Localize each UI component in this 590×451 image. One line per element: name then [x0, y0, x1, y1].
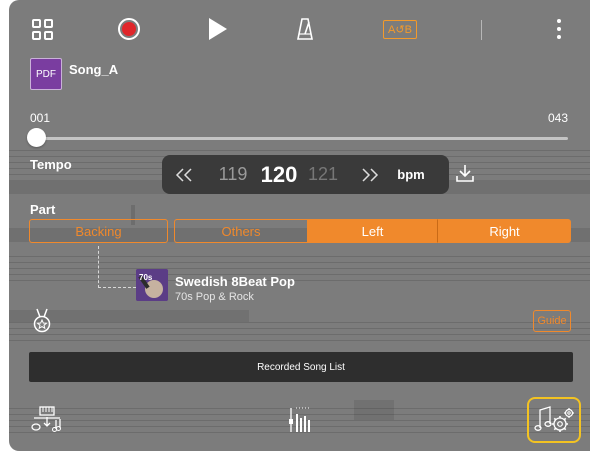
part-tab-others[interactable]: Others — [174, 219, 307, 243]
song-title: Song_A — [69, 62, 119, 77]
style-name[interactable]: Swedish 8Beat Pop — [175, 274, 295, 289]
position-end: 043 — [547, 111, 568, 125]
style-thumbnail[interactable]: 70s — [136, 269, 168, 301]
top-toolbar: A↺B — [9, 12, 590, 46]
position-slider-thumb[interactable] — [27, 128, 46, 147]
style-category: 70s Pop & Rock — [175, 291, 254, 303]
tempo-prev-value[interactable]: 119 — [216, 155, 250, 194]
more-vertical-icon[interactable] — [549, 12, 569, 46]
toolbar-divider — [481, 20, 482, 40]
tempo-current-value[interactable]: 120 — [257, 155, 301, 194]
position-start: 001 — [30, 111, 51, 125]
tempo-label: Tempo — [30, 157, 72, 172]
grid-menu-icon[interactable] — [29, 12, 55, 46]
app-screen: A↺B PDF Song_A 001 043 Tempo 119 120 121… — [9, 0, 590, 451]
guide-button[interactable]: Guide — [533, 310, 571, 332]
position-slider[interactable] — [36, 137, 568, 140]
play-icon[interactable] — [205, 12, 231, 46]
tempo-unit: bpm — [397, 167, 425, 182]
tempo-next-value[interactable]: 121 — [308, 155, 338, 194]
pdf-icon-label: PDF — [36, 68, 56, 80]
part-tabs: Backing Others Left Right — [29, 219, 572, 243]
pdf-icon[interactable]: PDF — [30, 58, 62, 90]
ab-repeat-button[interactable]: A↺B — [380, 12, 420, 46]
recorded-song-list-button[interactable]: Recorded Song List — [29, 352, 573, 382]
part-label: Part — [30, 202, 56, 217]
music-settings-icon[interactable] — [527, 397, 581, 443]
part-tab-right[interactable]: Right — [438, 219, 571, 243]
record-icon[interactable] — [116, 12, 142, 46]
ab-repeat-label: A↺B — [383, 19, 417, 39]
medal-icon[interactable] — [31, 308, 53, 334]
tempo-control: 119 120 121 bpm — [162, 155, 449, 194]
rewind-icon[interactable] — [172, 155, 196, 194]
download-icon[interactable] — [454, 162, 476, 184]
score-transfer-icon[interactable] — [30, 404, 66, 434]
fast-forward-icon[interactable] — [358, 155, 382, 194]
part-tab-left[interactable]: Left — [307, 219, 438, 243]
metronome-icon[interactable] — [292, 12, 318, 46]
part-tab-backing[interactable]: Backing — [29, 219, 168, 243]
style-connector-line — [98, 246, 136, 288]
mixer-icon[interactable] — [287, 406, 311, 434]
style-thumb-text: 70s — [139, 273, 153, 282]
